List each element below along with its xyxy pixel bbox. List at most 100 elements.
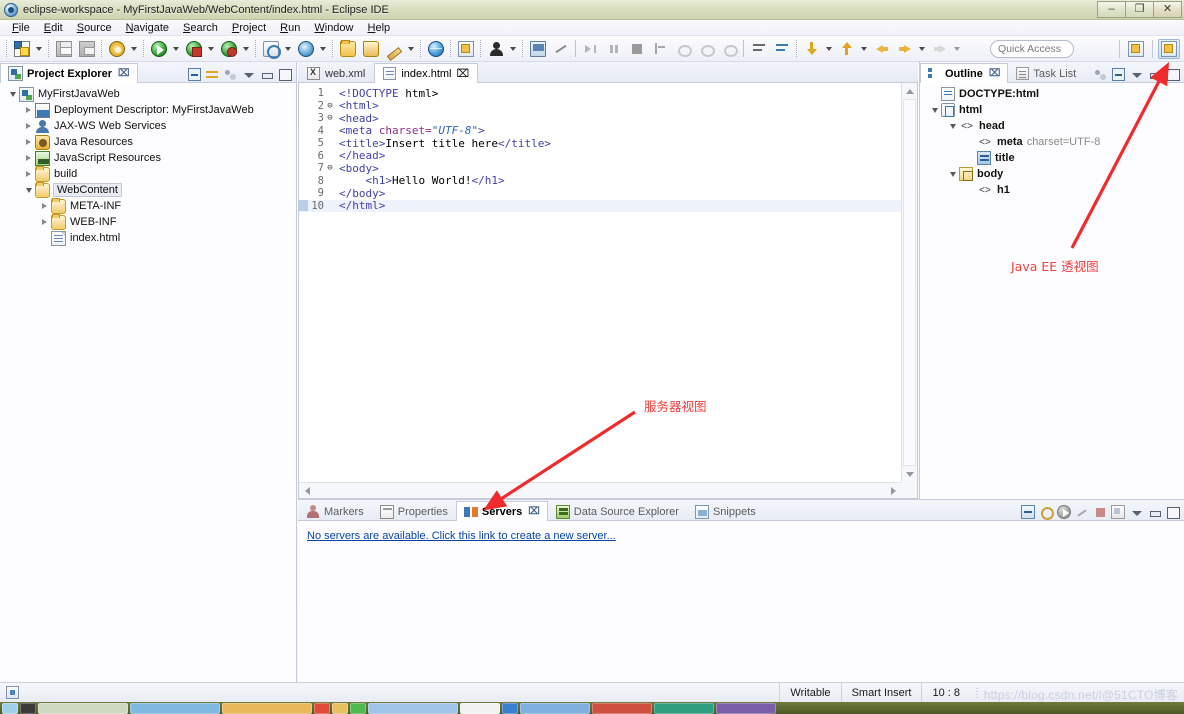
close-icon[interactable]: ⌧ (456, 67, 469, 80)
publish-server-button[interactable] (1110, 504, 1126, 520)
menu-item-window[interactable]: Window (307, 21, 360, 35)
taskbar-item[interactable] (592, 702, 652, 714)
maximize-view-button[interactable] (276, 66, 292, 82)
search-dropdown-arrow[interactable] (317, 38, 328, 59)
minimize-button[interactable]: – (1097, 1, 1126, 18)
code-line[interactable]: 3 ⊖ <head> (299, 112, 901, 125)
profile-dropdown-arrow[interactable] (282, 38, 293, 59)
code-line[interactable]: 9 </body> (299, 187, 901, 200)
tab-snippets[interactable]: Snippets (687, 501, 764, 521)
tab-properties[interactable]: Properties (372, 501, 456, 521)
twisty-collapsed-icon[interactable] (22, 150, 35, 166)
twisty-collapsed-icon[interactable] (38, 198, 51, 214)
save-all-button[interactable] (76, 38, 97, 59)
editor-vertical-scrollbar[interactable] (901, 83, 917, 482)
forward-disabled-dropdown-arrow[interactable] (951, 38, 962, 59)
step-into-button[interactable] (672, 38, 693, 59)
tree-item[interactable]: Java Resources (0, 134, 296, 150)
profile-button[interactable] (260, 38, 281, 59)
taskbar-item[interactable] (460, 702, 500, 714)
tab-data-source-explorer[interactable]: Data Source Explorer (548, 501, 687, 521)
tab-outline[interactable]: Outline ⌧ (920, 63, 1009, 83)
maximize-view-button[interactable] (1164, 66, 1180, 82)
menu-item-navigate[interactable]: Navigate (119, 21, 176, 35)
scroll-left-icon[interactable] (299, 483, 315, 498)
open-type-button[interactable] (337, 38, 358, 59)
outline-item[interactable]: <> h1 (920, 182, 1184, 198)
terminate-button[interactable] (626, 38, 647, 59)
tab-servers[interactable]: Servers ⌧ (455, 501, 548, 521)
debug-server-button[interactable] (1038, 504, 1054, 520)
code-line[interactable]: 10 </html> (299, 199, 901, 212)
outline-item[interactable]: <> meta charset=UTF-8 (920, 134, 1184, 150)
tree-item[interactable]: WebContent (0, 181, 296, 198)
scroll-right-icon[interactable] (885, 483, 901, 498)
taskbar-item[interactable] (654, 702, 714, 714)
profile-server-button[interactable] (1074, 504, 1090, 520)
twisty-expanded-icon[interactable] (22, 182, 35, 198)
tree-item[interactable]: WEB-INF (0, 213, 296, 230)
tree-item[interactable]: META-INF (0, 197, 296, 214)
resume-button[interactable] (580, 38, 601, 59)
annotation-dropdown-arrow[interactable] (405, 38, 416, 59)
code-editor[interactable]: 1 <!DOCTYPE html> 2 ⊖ <html> 3 ⊖ <head> 4 <meta c… (298, 83, 918, 499)
twisty-expanded-icon[interactable] (946, 118, 959, 134)
twisty-expanded-icon[interactable] (946, 166, 959, 182)
code-line[interactable]: 7 ⊖ <body> (299, 162, 901, 175)
forward-dropdown-arrow[interactable] (916, 38, 927, 59)
tree-item[interactable]: build (0, 165, 296, 182)
taskbar-item[interactable] (368, 702, 458, 714)
minimize-view-button[interactable] (258, 66, 274, 82)
taskbar-item[interactable] (2, 702, 18, 714)
code-line[interactable]: 6 </head> (299, 149, 901, 162)
outline-item[interactable]: html (920, 102, 1184, 118)
tree-item[interactable]: index.html (0, 230, 296, 246)
menu-item-run[interactable]: Run (273, 21, 307, 35)
close-icon[interactable]: ⌧ (528, 506, 540, 517)
menu-item-source[interactable]: Source (70, 21, 119, 35)
tab-markers[interactable]: Markers (298, 501, 372, 521)
scroll-up-icon[interactable] (902, 83, 917, 99)
taskbar-item[interactable] (314, 702, 330, 714)
run-dropdown-arrow[interactable] (170, 38, 181, 59)
close-icon[interactable]: ⌧ (989, 68, 1001, 79)
taskbar-item[interactable] (520, 702, 590, 714)
start-server-button[interactable] (1056, 504, 1072, 520)
collapse-all-button[interactable] (1110, 66, 1126, 82)
next-edit-dropdown-arrow[interactable] (858, 38, 869, 59)
open-perspective-shortcut-button[interactable] (1125, 39, 1147, 59)
view-filter-button[interactable] (222, 66, 238, 82)
code-line[interactable]: 8 <h1>Hello World!</h1> (299, 174, 901, 187)
user-button[interactable] (485, 38, 506, 59)
annotation-button[interactable] (383, 38, 404, 59)
taskbar-item[interactable] (130, 702, 220, 714)
debug-dropdown-arrow[interactable] (205, 38, 216, 59)
skip-breakpoints-button[interactable] (550, 38, 571, 59)
twisty-collapsed-icon[interactable] (22, 102, 35, 118)
tree-item[interactable]: MyFirstJavaWeb (0, 86, 296, 102)
previous-annotation-button[interactable] (771, 38, 792, 59)
twisty-collapsed-icon[interactable] (22, 118, 35, 134)
code-line[interactable]: 2 ⊖ <html> (299, 99, 901, 112)
code-line[interactable]: 4 <meta charset="UTF-8"> (299, 124, 901, 137)
scroll-down-icon[interactable] (902, 466, 917, 482)
tree-item[interactable]: JavaScript Resources (0, 150, 296, 166)
fold-collapse-icon[interactable]: ⊖ (325, 101, 335, 111)
taskbar-item[interactable] (38, 702, 128, 714)
twisty-collapsed-icon[interactable] (22, 134, 35, 150)
last-edit-button[interactable] (801, 38, 822, 59)
tab-task-list[interactable]: Task List (1008, 63, 1084, 83)
taskbar-item[interactable] (332, 702, 348, 714)
new-dropdown-arrow[interactable] (33, 38, 44, 59)
next-edit-button[interactable] (836, 38, 857, 59)
open-perspective-button[interactable] (455, 38, 476, 59)
restore-button[interactable]: ❐ (1125, 1, 1154, 18)
open-resource-button[interactable] (360, 38, 381, 59)
menu-item-search[interactable]: Search (176, 21, 225, 35)
build-button[interactable] (106, 38, 127, 59)
collapse-all-button[interactable] (186, 66, 202, 82)
minimize-view-button[interactable] (1146, 66, 1162, 82)
coverage-dropdown-arrow[interactable] (240, 38, 251, 59)
new-button[interactable] (11, 38, 32, 59)
twisty-collapsed-icon[interactable] (22, 166, 35, 182)
